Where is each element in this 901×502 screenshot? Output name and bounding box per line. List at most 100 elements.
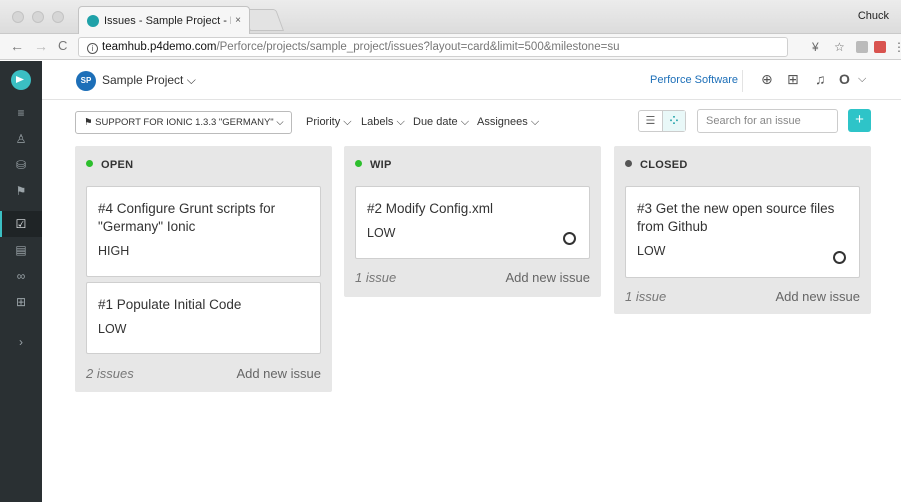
due-date-filter[interactable]: Due date ⌵	[413, 116, 469, 129]
url-path: /Perforce/projects/sample_project/issues…	[216, 41, 620, 53]
add-issue-button[interactable]: +	[848, 109, 871, 132]
search-input[interactable]	[697, 109, 838, 133]
organization-link[interactable]: Perforce Software	[650, 74, 738, 86]
url-bar[interactable]: i teamhub.p4demo.com/Perforce/projects/sa…	[78, 37, 788, 57]
column-header: CLOSED	[614, 146, 871, 186]
status-dot	[355, 160, 362, 167]
add-circle-icon[interactable]: ⊕	[761, 71, 773, 88]
milestone-label: SUPPORT FOR IONIC 1.3.3 "GERMANY"	[95, 117, 274, 128]
links-icon[interactable]: ∞	[0, 263, 42, 289]
wiki-book-icon[interactable]: ⊞	[0, 289, 42, 315]
column-title: CLOSED	[640, 159, 688, 171]
issue-card[interactable]: #3 Get the new open source files from Gi…	[625, 186, 860, 278]
issue-card[interactable]: #2 Modify Config.xml LOW	[355, 186, 590, 259]
issue-priority: LOW	[98, 322, 127, 336]
forward-arrow-icon[interactable]: →	[34, 38, 48, 54]
extension-icon[interactable]: ¥	[812, 40, 819, 54]
tab-close-icon[interactable]: ×	[235, 15, 241, 26]
card-view-icon[interactable]: ⁘	[661, 111, 685, 131]
assignees-filter-label: Assignees	[477, 116, 528, 128]
milestone-filter[interactable]: ⚑ SUPPORT FOR IONIC 1.3.3 "GERMANY" ⌵	[75, 111, 292, 134]
issue-count: 1 issue	[625, 289, 667, 304]
priority-filter[interactable]: Priority ⌵	[306, 116, 352, 129]
issue-title: #1 Populate Initial Code	[98, 297, 242, 312]
bookmark-star-icon[interactable]: ☆	[834, 40, 845, 54]
repository-icon[interactable]: ⛁	[0, 152, 42, 178]
add-new-issue-link[interactable]: Add new issue	[775, 289, 860, 304]
column-footer: 2 issues Add new issue	[86, 366, 321, 381]
issue-card[interactable]: #4 Configure Grunt scripts for "Germany"…	[86, 186, 321, 277]
column-footer: 1 issue Add new issue	[625, 289, 860, 304]
status-dot	[86, 160, 93, 167]
labels-filter[interactable]: Labels ⌵	[361, 116, 405, 129]
browser-profile-name[interactable]: Chuck	[858, 10, 889, 22]
board-column-open: OPEN #4 Configure Grunt scripts for "Ger…	[75, 146, 332, 392]
due-date-filter-label: Due date	[413, 116, 458, 128]
issue-priority: LOW	[637, 244, 666, 258]
back-arrow-icon[interactable]: ←	[10, 38, 24, 54]
minimize-window-button[interactable]	[32, 11, 44, 23]
tab-title: Issues - Sample Project - Heli	[104, 14, 231, 27]
site-info-icon[interactable]: i	[87, 43, 98, 54]
assignee-avatar-icon[interactable]	[833, 251, 846, 264]
add-new-issue-link[interactable]: Add new issue	[236, 366, 321, 381]
view-toggle: ☰ ⁘	[638, 110, 686, 132]
extension-red-icon[interactable]	[874, 41, 886, 53]
issue-title: #4 Configure Grunt scripts for "Germany"…	[98, 201, 276, 234]
issue-count: 1 issue	[355, 270, 397, 285]
close-window-button[interactable]	[12, 11, 24, 23]
url-host: teamhub.p4demo.com	[102, 41, 217, 53]
column-header: WIP	[344, 146, 601, 186]
browser-tab[interactable]: Issues - Sample Project - Heli ×	[78, 6, 250, 34]
browser-toolbar: ← → C i teamhub.p4demo.com/Perforce/proje…	[0, 34, 901, 60]
column-header: OPEN	[75, 146, 332, 186]
issue-count: 2 issues	[86, 366, 134, 381]
activity-icon[interactable]: ≡	[0, 100, 42, 126]
chevron-down-icon: ⌵	[276, 117, 284, 128]
apps-grid-icon[interactable]: ⊞	[787, 71, 799, 88]
flag-icon: ⚑	[84, 117, 93, 128]
issue-priority: LOW	[367, 226, 396, 240]
assignees-filter[interactable]: Assignees ⌵	[477, 116, 539, 129]
chevron-down-icon: ⌵	[186, 73, 196, 87]
browser-menu-icon[interactable]: ⋮	[893, 40, 901, 54]
issue-card[interactable]: #1 Populate Initial Code LOW	[86, 282, 321, 354]
issue-title: #3 Get the new open source files from Gi…	[637, 201, 835, 234]
user-avatar-icon[interactable]: O	[839, 71, 850, 87]
column-footer: 1 issue Add new issue	[355, 270, 590, 285]
assignee-avatar-icon[interactable]	[563, 232, 576, 245]
issues-icon[interactable]: ☑	[0, 211, 42, 237]
extension-square-icon[interactable]	[856, 41, 868, 53]
maximize-window-button[interactable]	[52, 11, 64, 23]
list-view-icon[interactable]: ☰	[639, 111, 662, 131]
milestones-flag-icon[interactable]: ⚑	[0, 178, 42, 204]
helix-logo-icon[interactable]	[11, 70, 31, 90]
labels-filter-label: Labels	[361, 116, 394, 128]
add-new-issue-link[interactable]: Add new issue	[505, 270, 590, 285]
expand-sidebar-icon[interactable]: ›	[0, 329, 42, 355]
user-menu-chevron-icon[interactable]: ⌵	[858, 73, 866, 86]
chevron-down-icon: ⌵	[343, 116, 352, 128]
project-avatar: SP	[76, 71, 96, 91]
project-name: Sample Project	[102, 73, 184, 87]
project-header: SP Sample Project ⌵ Perforce Software ⊕ …	[42, 61, 901, 100]
project-switcher[interactable]: Sample Project ⌵	[102, 73, 196, 88]
column-title: WIP	[370, 159, 392, 171]
browser-titlebar: Issues - Sample Project - Heli × Chuck	[0, 0, 901, 34]
reload-icon[interactable]: C	[58, 38, 67, 53]
header-divider	[742, 70, 743, 92]
priority-filter-label: Priority	[306, 116, 341, 128]
members-icon[interactable]: ♙	[0, 126, 42, 152]
issue-title: #2 Modify Config.xml	[367, 201, 494, 216]
issue-priority: HIGH	[98, 244, 130, 258]
board-column-closed: CLOSED #3 Get the new open source files …	[614, 146, 871, 314]
status-dot	[625, 160, 632, 167]
chevron-down-icon: ⌵	[530, 116, 540, 128]
chevron-down-icon: ⌵	[396, 116, 405, 128]
app-sidebar: ≡ ♙ ⛁ ⚑ ☑ ▤ ∞ ⊞ ›	[0, 61, 42, 502]
notifications-bell-icon[interactable]: ♫	[815, 71, 826, 87]
helix-favicon-icon	[87, 14, 99, 27]
board-column-wip: WIP #2 Modify Config.xml LOW 1 issue Add…	[344, 146, 601, 297]
reviews-icon[interactable]: ▤	[0, 237, 42, 263]
chevron-down-icon: ⌵	[460, 116, 470, 128]
